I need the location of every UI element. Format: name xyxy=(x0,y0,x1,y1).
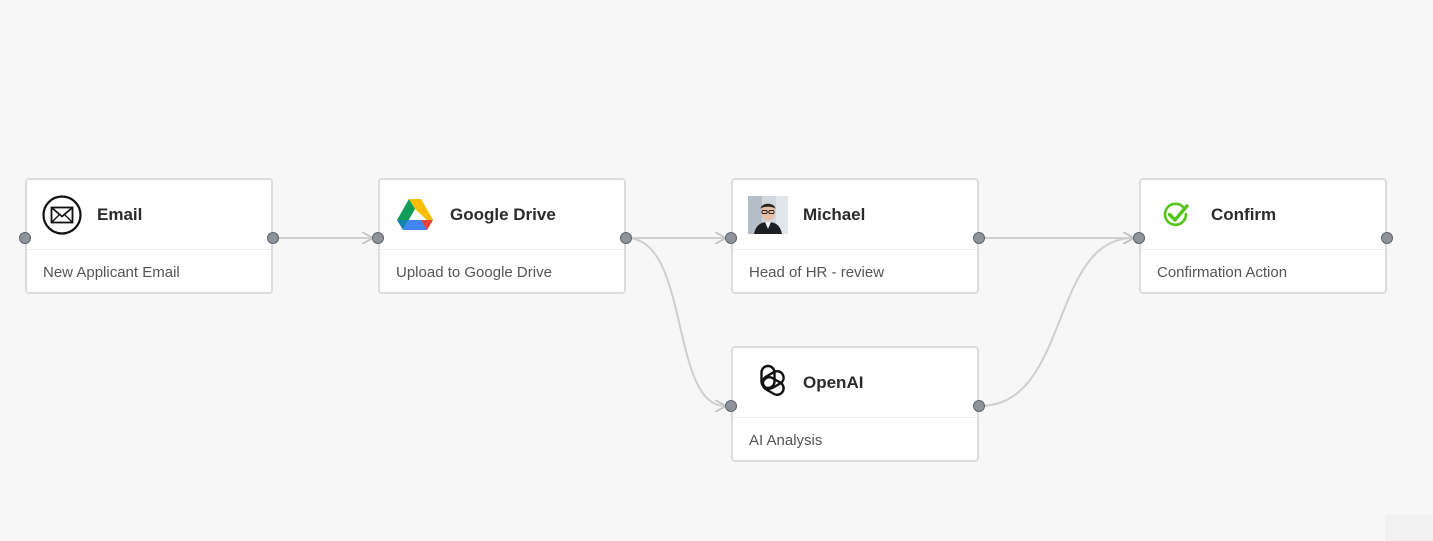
node-subtitle: Upload to Google Drive xyxy=(396,263,552,281)
canvas-corner-panel xyxy=(1385,515,1433,541)
node-title: Email xyxy=(97,204,143,224)
node-header: Michael xyxy=(733,180,977,250)
input-port[interactable] xyxy=(725,400,737,412)
node-michael[interactable]: Michael Head of HR - review xyxy=(725,178,985,294)
output-port[interactable] xyxy=(267,232,279,244)
input-port[interactable] xyxy=(725,232,737,244)
node-email[interactable]: Email New Applicant Email xyxy=(19,178,279,294)
node-subtitle: New Applicant Email xyxy=(43,263,180,281)
output-port[interactable] xyxy=(1381,232,1393,244)
input-port[interactable] xyxy=(19,232,31,244)
envelope-icon xyxy=(42,194,82,235)
node-google-drive[interactable]: Google Drive Upload to Google Drive xyxy=(372,178,632,294)
openai-icon xyxy=(748,363,788,403)
node-title: OpenAI xyxy=(803,372,864,392)
workflow-canvas[interactable]: Email New Applicant Email Google Drive U… xyxy=(0,0,1433,541)
edge-openai-to-confirm[interactable] xyxy=(979,238,1133,407)
input-port[interactable] xyxy=(372,232,384,244)
node-header: Google Drive xyxy=(380,180,624,250)
node-subtitle: Head of HR - review xyxy=(749,263,885,281)
person-avatar xyxy=(748,195,788,235)
output-port[interactable] xyxy=(620,232,632,244)
node-header: OpenAI xyxy=(733,348,977,418)
node-header: Email xyxy=(27,180,271,250)
node-openai[interactable]: OpenAI AI Analysis xyxy=(725,346,985,462)
google-drive-icon xyxy=(395,195,435,235)
node-subtitle: AI Analysis xyxy=(749,431,823,449)
edge-gdrive-to-openai[interactable] xyxy=(626,237,725,406)
node-title: Confirm xyxy=(1211,204,1277,224)
node-subtitle: Confirmation Action xyxy=(1157,263,1288,281)
node-header: Confirm xyxy=(1141,180,1385,250)
output-port[interactable] xyxy=(973,400,985,412)
node-title: Michael xyxy=(803,204,866,224)
checkmark-icon xyxy=(1156,195,1196,235)
input-port[interactable] xyxy=(1133,232,1145,244)
node-title: Google Drive xyxy=(450,204,556,224)
node-confirm[interactable]: Confirm Confirmation Action xyxy=(1133,178,1393,294)
output-port[interactable] xyxy=(973,232,985,244)
